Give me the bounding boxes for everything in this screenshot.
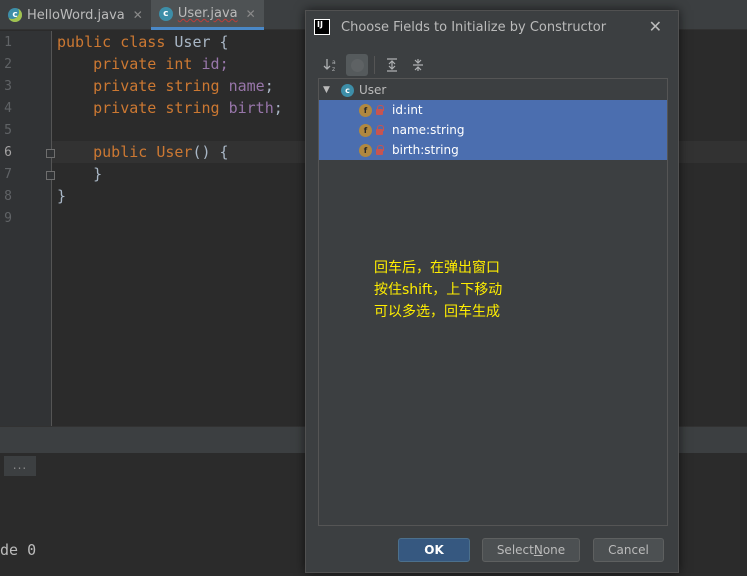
line-number: 8 [4,189,12,204]
private-lock-icon [376,125,384,135]
java-class-icon: c [8,8,22,22]
tab-helloword[interactable]: c HelloWord.java ✕ [0,0,151,30]
tree-row-label: User [359,83,387,97]
annotation-note: 回车后，在弹出窗口 按住shift，上下移动 可以多选，回车生成 [374,257,502,323]
code-line-2: private int id; [93,55,229,73]
console-output: de 0 [0,541,37,559]
field-icon: f [359,123,372,137]
line-number: 4 [4,101,12,116]
fold-marker-icon[interactable] [46,171,55,180]
line-number: 9 [4,211,12,226]
private-lock-icon [376,105,384,115]
close-tab-icon[interactable]: ✕ [246,7,256,21]
more-button[interactable]: ... [4,456,36,476]
dialog-title-bar[interactable]: IJ Choose Fields to Initialize by Constr… [306,11,678,43]
java-class-icon: c [158,6,173,21]
line-number: 3 [4,79,12,94]
line-number-gutter: 1 2 3 4 5 6 7 8 9 [0,31,55,426]
sort-alphabetically-icon[interactable]: az [320,54,342,76]
line-number: 6 [4,145,12,160]
expand-arrow-icon[interactable]: ▼ [323,85,330,95]
dialog-toolbar: az [320,53,433,77]
expand-all-icon[interactable] [381,54,403,76]
collapse-all-icon[interactable] [407,54,429,76]
toolbar-separator [374,56,375,74]
tree-field-row[interactable]: f name:string [319,120,667,140]
close-icon[interactable]: ✕ [649,17,662,36]
tab-user[interactable]: c User.java ✕ [150,0,264,30]
line-number: 1 [4,35,12,50]
choose-fields-dialog: IJ Choose Fields to Initialize by Constr… [305,10,679,573]
svg-text:z: z [332,66,335,73]
close-tab-icon[interactable]: ✕ [133,8,143,22]
field-icon: f [359,143,372,157]
select-none-button[interactable]: Select None [482,538,580,562]
code-line-7: } [57,165,103,183]
tree-field-row[interactable]: f birth:string [319,140,667,160]
annotation-line: 回车后，在弹出窗口 [374,260,500,276]
tree-field-row[interactable]: f id:int [319,100,667,120]
code-line-6: public User() { [93,143,229,161]
cancel-button[interactable]: Cancel [593,538,664,562]
annotation-line: 可以多选，回车生成 [374,304,500,320]
dialog-title: Choose Fields to Initialize by Construct… [341,19,607,35]
line-number: 2 [4,57,12,72]
tree-root-user[interactable]: ▼ c User [319,80,667,100]
code-line-4: private string birth; [93,99,283,117]
tree-row-label: birth:string [392,143,459,157]
svg-text:a: a [332,59,336,66]
line-number: 7 [4,167,12,182]
tree-row-label: name:string [392,123,465,137]
fold-marker-icon[interactable] [46,149,55,158]
annotation-line: 按住shift，上下移动 [374,282,503,298]
code-line-1: public class User { [57,33,229,51]
field-icon: f [359,103,372,117]
show-classes-toggle-icon[interactable] [346,54,368,76]
line-number: 5 [4,123,12,138]
private-lock-icon [376,145,384,155]
ok-button[interactable]: OK [398,538,470,562]
code-line-8: } [57,187,67,205]
fields-tree[interactable]: ▼ c User f id:int f name:string f birth:… [318,78,668,526]
tab-label: HelloWord.java [27,7,125,23]
tab-label: User.java [177,6,238,21]
intellij-logo-icon: IJ [314,19,330,35]
tree-row-label: id:int [392,103,423,117]
code-line-3: private string name; [93,77,274,95]
class-icon: c [341,83,354,97]
